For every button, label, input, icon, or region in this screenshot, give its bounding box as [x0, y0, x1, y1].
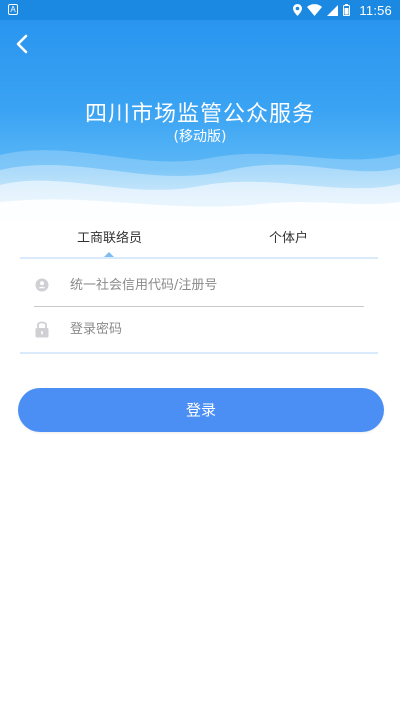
- field-divider: [34, 306, 364, 307]
- credit-code-field: [34, 264, 364, 306]
- credit-code-input[interactable]: [70, 270, 360, 300]
- location-icon: [293, 4, 303, 16]
- battery-icon: [343, 4, 351, 16]
- tab-active-indicator: [104, 252, 114, 257]
- back-button[interactable]: [8, 30, 36, 58]
- form-bottom-line: [20, 352, 378, 354]
- header-banner: 四川市场监管公众服务 (移动版): [0, 20, 400, 220]
- login-form: [20, 260, 378, 354]
- password-input[interactable]: [70, 314, 360, 344]
- status-icons: 11:56: [293, 0, 392, 20]
- status-bar: A 11:56: [0, 0, 400, 20]
- notification-icon: A: [8, 4, 18, 15]
- login-type-tabs: 工商联络员 个体户: [20, 222, 378, 259]
- tab-liaison[interactable]: 工商联络员: [20, 222, 199, 256]
- signal-icon: [327, 4, 339, 16]
- page-subtitle: (移动版): [173, 129, 227, 145]
- tabs-underline: [20, 257, 378, 259]
- tab-individual-business[interactable]: 个体户: [199, 222, 378, 256]
- page-title: 四川市场监管公众服务: [84, 102, 315, 127]
- password-field: [34, 308, 364, 350]
- back-arrow-icon: [16, 34, 28, 54]
- account-icon: [35, 278, 49, 292]
- status-time: 11:56: [359, 2, 392, 18]
- wifi-icon: [307, 4, 323, 16]
- login-button[interactable]: 登录: [18, 388, 384, 432]
- lock-icon: [35, 321, 49, 338]
